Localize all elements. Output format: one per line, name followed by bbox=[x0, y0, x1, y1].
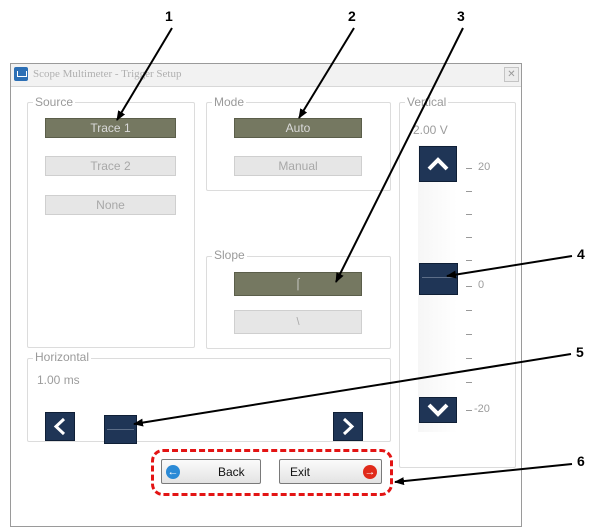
callout-6-arrow bbox=[394, 463, 573, 486]
callout-arrows bbox=[116, 27, 573, 486]
callout-4-arrow bbox=[446, 255, 573, 279]
callout-2-arrow bbox=[298, 27, 355, 119]
callout-5-arrow bbox=[133, 353, 572, 427]
callout-3-arrow bbox=[335, 27, 464, 283]
callout-1-arrow bbox=[116, 27, 173, 121]
